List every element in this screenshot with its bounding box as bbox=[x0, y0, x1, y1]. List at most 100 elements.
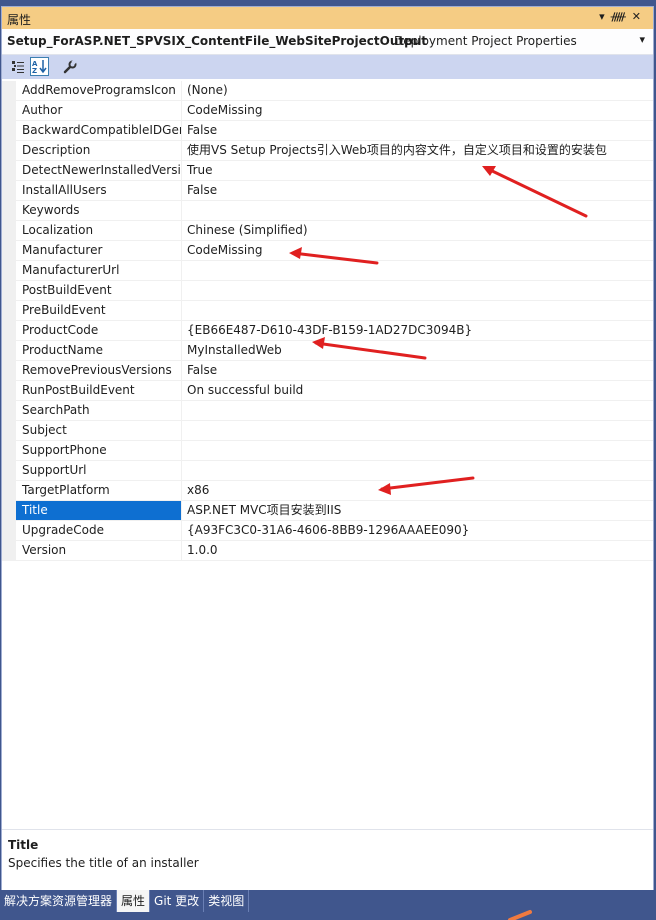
property-value[interactable] bbox=[183, 461, 653, 480]
property-row[interactable]: TargetPlatform x86 bbox=[2, 481, 653, 501]
property-name[interactable]: ManufacturerUrl bbox=[16, 261, 182, 280]
property-name[interactable]: InstallAllUsers bbox=[16, 181, 182, 200]
property-name[interactable]: Description bbox=[16, 141, 182, 160]
property-row[interactable]: Manufacturer CodeMissing bbox=[2, 241, 653, 261]
property-name[interactable]: RemovePreviousVersions bbox=[16, 361, 182, 380]
property-name[interactable]: UpgradeCode bbox=[16, 521, 182, 540]
property-value[interactable] bbox=[183, 201, 653, 220]
description-text: Specifies the title of an installer bbox=[8, 856, 199, 870]
property-value[interactable]: {EB66E487-D610-43DF-B159-1AD27DC3094B} bbox=[183, 321, 653, 340]
property-value[interactable] bbox=[183, 281, 653, 300]
property-row[interactable]: InstallAllUsers False bbox=[2, 181, 653, 201]
property-value[interactable] bbox=[183, 401, 653, 420]
property-row[interactable]: Title ASP.NET MVC项目安装到IIS bbox=[2, 501, 653, 521]
pin-icon[interactable]: ᚏ bbox=[611, 10, 632, 23]
property-name[interactable]: Manufacturer bbox=[16, 241, 182, 260]
property-value[interactable]: 使用VS Setup Projects引入Web项目的内容文件，自定义项目和设置… bbox=[183, 141, 653, 160]
property-row[interactable]: ManufacturerUrl bbox=[2, 261, 653, 281]
property-name[interactable]: Localization bbox=[16, 221, 182, 240]
property-name[interactable]: ProductName bbox=[16, 341, 182, 360]
property-row[interactable]: ProductName MyInstalledWeb bbox=[2, 341, 653, 361]
property-value[interactable]: Chinese (Simplified) bbox=[183, 221, 653, 240]
property-row[interactable]: AddRemoveProgramsIcon (None) bbox=[2, 81, 653, 101]
row-gutter bbox=[2, 421, 16, 440]
property-grid: AddRemoveProgramsIcon (None) Author CodeMis… bbox=[2, 81, 653, 561]
property-row[interactable]: Version 1.0.0 bbox=[2, 541, 653, 561]
property-name[interactable]: Version bbox=[16, 541, 182, 560]
tab-0[interactable]: 解决方案资源管理器 bbox=[0, 890, 118, 912]
property-value[interactable] bbox=[183, 441, 653, 460]
tab-1[interactable]: 属性 bbox=[117, 890, 151, 912]
property-value[interactable] bbox=[183, 421, 653, 440]
property-row[interactable]: Author CodeMissing bbox=[2, 101, 653, 121]
property-name[interactable]: TargetPlatform bbox=[16, 481, 182, 500]
property-row[interactable]: Description 使用VS Setup Projects引入Web项目的内容… bbox=[2, 141, 653, 161]
tab-2[interactable]: Git 更改 bbox=[150, 890, 205, 912]
row-gutter bbox=[2, 481, 16, 500]
property-row[interactable]: Localization Chinese (Simplified) bbox=[2, 221, 653, 241]
panel-title-bar[interactable]: 属性 ▾ᚏ✕ bbox=[2, 7, 653, 29]
tab-3[interactable]: 类视图 bbox=[204, 890, 250, 912]
property-value[interactable]: CodeMissing bbox=[183, 241, 653, 260]
property-value[interactable] bbox=[183, 301, 653, 320]
row-gutter bbox=[2, 281, 16, 300]
property-row[interactable]: Keywords bbox=[2, 201, 653, 221]
row-gutter bbox=[2, 241, 16, 260]
svg-text:Z: Z bbox=[32, 67, 37, 74]
property-row[interactable]: SearchPath bbox=[2, 401, 653, 421]
property-name[interactable]: SupportPhone bbox=[16, 441, 182, 460]
property-row[interactable]: BackwardCompatibleIDGen False bbox=[2, 121, 653, 141]
property-row[interactable]: Subject bbox=[2, 421, 653, 441]
property-row[interactable]: RunPostBuildEvent On successful build bbox=[2, 381, 653, 401]
property-name[interactable]: Keywords bbox=[16, 201, 182, 220]
row-gutter bbox=[2, 341, 16, 360]
chevron-down-icon[interactable]: ▾ bbox=[639, 33, 645, 46]
property-value[interactable]: False bbox=[183, 181, 653, 200]
property-row[interactable]: SupportPhone bbox=[2, 441, 653, 461]
property-name[interactable]: RunPostBuildEvent bbox=[16, 381, 182, 400]
row-gutter bbox=[2, 301, 16, 320]
property-row[interactable]: PostBuildEvent bbox=[2, 281, 653, 301]
property-value[interactable]: MyInstalledWeb bbox=[183, 341, 653, 360]
alphabetical-icon[interactable]: AZ bbox=[30, 57, 49, 76]
property-name[interactable]: PreBuildEvent bbox=[16, 301, 182, 320]
property-name[interactable]: SearchPath bbox=[16, 401, 182, 420]
panel-title: 属性 bbox=[7, 13, 32, 27]
property-value[interactable]: On successful build bbox=[183, 381, 653, 400]
dropdown-icon[interactable]: ▾ bbox=[599, 10, 611, 23]
property-value[interactable]: x86 bbox=[183, 481, 653, 500]
property-value[interactable]: (None) bbox=[183, 81, 653, 100]
property-value[interactable]: False bbox=[183, 361, 653, 380]
properties-toolbar: AZ bbox=[2, 55, 653, 79]
bottom-tab-strip: 解决方案资源管理器 属性 Git 更改 类视图 bbox=[0, 890, 250, 912]
property-name[interactable]: Author bbox=[16, 101, 182, 120]
property-value[interactable]: ASP.NET MVC项目安装到IIS bbox=[183, 501, 653, 520]
row-gutter bbox=[2, 201, 16, 220]
row-gutter bbox=[2, 101, 16, 120]
property-row[interactable]: UpgradeCode {A93FC3C0-31A6-4606-8BB9-1296… bbox=[2, 521, 653, 541]
property-row[interactable]: PreBuildEvent bbox=[2, 301, 653, 321]
property-value[interactable]: False bbox=[183, 121, 653, 140]
annotation-arrow-partial bbox=[508, 910, 532, 920]
property-name[interactable]: Subject bbox=[16, 421, 182, 440]
object-selector[interactable]: Setup_ForASP.NET_SPVSIX_ContentFile_WebS… bbox=[2, 29, 653, 55]
property-value[interactable]: CodeMissing bbox=[183, 101, 653, 120]
property-value[interactable]: 1.0.0 bbox=[183, 541, 653, 560]
property-name[interactable]: ProductCode bbox=[16, 321, 182, 340]
property-name[interactable]: DetectNewerInstalledVersio bbox=[16, 161, 182, 180]
property-name[interactable]: SupportUrl bbox=[16, 461, 182, 480]
wrench-icon[interactable] bbox=[60, 57, 79, 76]
property-name[interactable]: Title bbox=[16, 501, 182, 520]
property-value[interactable] bbox=[183, 261, 653, 280]
property-row[interactable]: SupportUrl bbox=[2, 461, 653, 481]
property-row[interactable]: RemovePreviousVersions False bbox=[2, 361, 653, 381]
categorized-icon[interactable] bbox=[8, 57, 27, 76]
property-value[interactable]: True bbox=[183, 161, 653, 180]
property-row[interactable]: DetectNewerInstalledVersio True bbox=[2, 161, 653, 181]
property-row[interactable]: ProductCode {EB66E487-D610-43DF-B159-1AD2… bbox=[2, 321, 653, 341]
close-icon[interactable]: ✕ bbox=[632, 10, 647, 23]
property-name[interactable]: PostBuildEvent bbox=[16, 281, 182, 300]
property-name[interactable]: AddRemoveProgramsIcon bbox=[16, 81, 182, 100]
property-name[interactable]: BackwardCompatibleIDGen bbox=[16, 121, 182, 140]
property-value[interactable]: {A93FC3C0-31A6-4606-8BB9-1296AAAEE090} bbox=[183, 521, 653, 540]
